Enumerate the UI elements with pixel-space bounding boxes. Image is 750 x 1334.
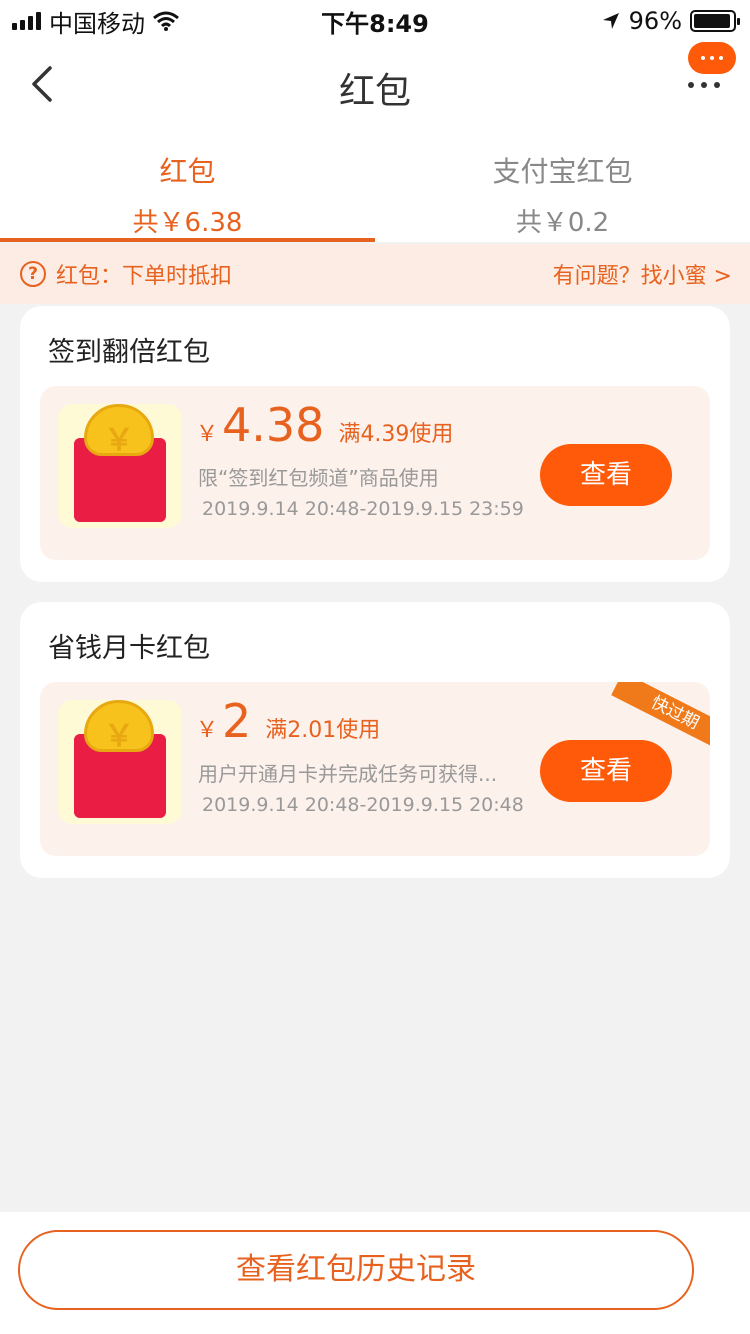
view-history-button[interactable]: 查看红包历史记录 [18, 1230, 694, 1310]
coupon-card: ￥ ￥ 2 满2.01使用 用户开通月卡并完成任务可获得... 2019.9.1… [40, 682, 710, 856]
coin-symbol: ￥ [104, 719, 134, 754]
notice-bar: ? 红包：下单时抵扣 有问题？找小蜜 > [0, 244, 750, 304]
battery-fill [694, 14, 731, 28]
amount-row: ￥ 4.38 满4.39使用 [196, 398, 453, 452]
currency-symbol: ￥ [196, 718, 219, 743]
section-title: 签到翻倍红包 [48, 337, 210, 368]
battery-percent: 96% [628, 7, 682, 35]
coin-symbol: ￥ [104, 423, 134, 458]
expiring-badge: 快过期 [600, 682, 710, 752]
section-checkin-red-packet: 签到翻倍红包 ￥ ￥ 4.38 满4.39使用 限“签到红包频道”商品使用 20… [20, 306, 730, 582]
tab-active-indicator [0, 238, 375, 242]
carrier-label: 中国移动 [49, 9, 145, 38]
footer-bar: 查看红包历史记录 [0, 1212, 750, 1334]
battery-icon [690, 10, 740, 32]
coin-icon: ￥ [84, 404, 154, 458]
coupon-limit: 用户开通月卡并完成任务可获得... [198, 762, 498, 786]
location-arrow-icon [602, 13, 619, 29]
tab-bar: 红包 共￥6.38 支付宝红包 共￥0.2 [0, 128, 750, 242]
notice-text: 红包：下单时抵扣 [56, 264, 233, 289]
notice-info: ? 红包：下单时抵扣 [20, 258, 232, 290]
more-icon[interactable] [686, 42, 736, 100]
help-circle-icon[interactable]: ? [20, 261, 46, 287]
coupon-condition: 满4.39使用 [338, 422, 454, 447]
more-dots-icon [688, 82, 720, 88]
customer-service-link[interactable]: 有问题？找小蜜 > [553, 258, 732, 290]
coupon-condition: 满2.01使用 [265, 718, 381, 743]
tab-total: 共￥6.38 [132, 208, 243, 238]
page-title: 红包 [338, 71, 411, 112]
tab-alipay-red-packet[interactable]: 支付宝红包 共￥0.2 [375, 128, 750, 242]
tab-label: 红包 [159, 155, 216, 188]
red-packet-icon: ￥ [58, 404, 182, 528]
status-left: 中国移动 [12, 4, 179, 39]
wifi-icon [153, 11, 179, 31]
coupon-limit: 限“签到红包频道”商品使用 [198, 466, 439, 490]
nav-bar: 红包 [0, 42, 750, 128]
coupon-period: 2019.9.14 20:48-2019.9.15 20:48 [202, 794, 524, 816]
view-button[interactable]: 查看 [540, 444, 672, 506]
signal-icon [12, 12, 41, 30]
coupon-card: ￥ ￥ 4.38 满4.39使用 限“签到红包频道”商品使用 2019.9.14… [40, 386, 710, 560]
coupon-amount: 2 [222, 694, 252, 748]
status-bar: 中国移动 下午8:49 96% [0, 0, 750, 42]
section-title: 省钱月卡红包 [48, 633, 210, 664]
coin-icon: ￥ [84, 700, 154, 754]
tab-total: 共￥0.2 [515, 208, 610, 238]
status-right: 96% [601, 7, 740, 35]
tab-label: 支付宝红包 [492, 155, 633, 188]
section-monthly-card-red-packet: 省钱月卡红包 ￥ ￥ 2 满2.01使用 用户开通月卡并完成任务可获得... 2… [20, 602, 730, 878]
tab-red-packet[interactable]: 红包 共￥6.38 [0, 128, 375, 242]
expiring-ribbon: 快过期 [611, 682, 710, 752]
red-packet-icon: ￥ [58, 700, 182, 824]
currency-symbol: ￥ [196, 422, 219, 447]
coupon-period: 2019.9.14 20:48-2019.9.15 23:59 [202, 498, 524, 520]
amount-row: ￥ 2 满2.01使用 [196, 694, 380, 748]
coupon-amount: 4.38 [222, 398, 325, 452]
chat-bubble-icon [688, 42, 736, 74]
